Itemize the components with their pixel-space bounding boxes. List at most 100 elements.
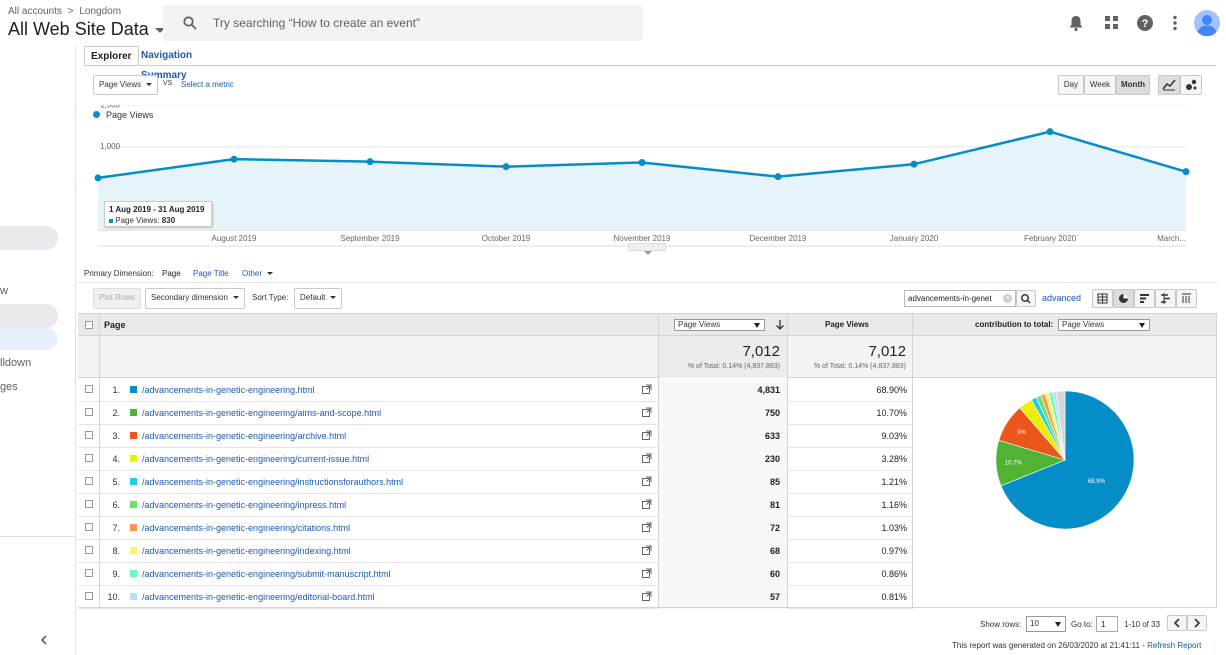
- prev-page-button[interactable]: [1167, 615, 1187, 631]
- column-header-page-views[interactable]: Page Views: [825, 320, 869, 329]
- line-chart-toggle[interactable]: [1158, 75, 1180, 95]
- show-rows-select[interactable]: 10: [1026, 616, 1066, 632]
- open-external-icon[interactable]: [642, 453, 652, 463]
- sort-metric-select[interactable]: Page Views: [674, 319, 765, 331]
- page-link[interactable]: /advancements-in-genetic-engineering/cit…: [142, 523, 350, 533]
- view-selector[interactable]: All Web Site Data: [8, 19, 165, 40]
- sidebar-item-highlight[interactable]: [0, 226, 58, 250]
- dimension-page-title[interactable]: Page Title: [193, 269, 229, 278]
- sidebar-item-selected[interactable]: [0, 304, 58, 328]
- avatar[interactable]: [1194, 10, 1220, 36]
- breadcrumb-property[interactable]: Longdom: [79, 6, 121, 17]
- open-external-icon[interactable]: [642, 476, 652, 486]
- help-icon[interactable]: ?: [1136, 14, 1154, 32]
- apps-grid-icon[interactable]: [1103, 14, 1121, 32]
- advanced-filter-link[interactable]: advanced: [1042, 293, 1081, 303]
- view-performance[interactable]: [1134, 289, 1155, 308]
- data-point: [774, 173, 782, 181]
- row-checkbox[interactable]: [85, 477, 93, 485]
- column-header-page[interactable]: Page: [104, 320, 126, 330]
- chart-resize-handle[interactable]: [628, 243, 666, 255]
- open-external-icon[interactable]: [642, 522, 652, 532]
- row-checkbox[interactable]: [85, 546, 93, 554]
- view-data-table[interactable]: [1092, 289, 1113, 308]
- row-checkbox[interactable]: [85, 523, 93, 531]
- page-link[interactable]: /advancements-in-genetic-engineering/ins…: [142, 477, 403, 487]
- page-link[interactable]: /advancements-in-genetic-engineering/sub…: [142, 569, 391, 579]
- row-checkbox[interactable]: [85, 385, 93, 393]
- row-checkbox[interactable]: [85, 454, 93, 462]
- page-views-chart[interactable]: 1,5001,000500August 2019September 2019Oc…: [84, 105, 1210, 255]
- contribution-label: contribution to total:: [975, 320, 1054, 329]
- view-comparison[interactable]: [1155, 289, 1176, 308]
- search-bar[interactable]: Try searching “How to create an event”: [163, 5, 643, 41]
- page-link[interactable]: /advancements-in-genetic-engineering/arc…: [142, 431, 346, 441]
- data-point: [638, 159, 646, 166]
- page-link[interactable]: /advancements-in-genetic-engineering/cur…: [142, 454, 369, 464]
- row-number: 3.: [112, 431, 120, 441]
- month-button[interactable]: Month: [1116, 75, 1150, 95]
- open-external-icon[interactable]: [642, 591, 652, 601]
- breadcrumb[interactable]: All accounts > Longdom: [8, 6, 121, 17]
- tab-navigation-summary[interactable]: Navigation Summary: [135, 46, 198, 81]
- contribution-pie-chart[interactable]: 68.9% 10.7% 9%: [985, 380, 1145, 540]
- sidebar-item-active[interactable]: [0, 328, 58, 350]
- day-button[interactable]: Day: [1058, 75, 1084, 95]
- open-external-icon[interactable]: [642, 568, 652, 578]
- tab-explorer[interactable]: Explorer: [84, 46, 139, 66]
- chart-tooltip: 1 Aug 2019 - 31 Aug 2019 Page Views: 830: [104, 201, 212, 227]
- row-checkbox[interactable]: [85, 431, 93, 439]
- open-external-icon[interactable]: [642, 545, 652, 555]
- bell-icon[interactable]: [1067, 14, 1085, 32]
- sidebar-item-partial-2[interactable]: lldown: [0, 357, 31, 369]
- col-divider: [787, 313, 788, 608]
- row-checkbox[interactable]: [85, 569, 93, 577]
- select-metric-link[interactable]: Select a metric: [181, 80, 234, 89]
- contribution-metric-select[interactable]: Page Views: [1058, 319, 1150, 331]
- row-checkbox[interactable]: [85, 408, 93, 416]
- page-link[interactable]: /advancements-in-genetic-engineering.htm…: [142, 385, 315, 395]
- select-all-checkbox[interactable]: [85, 321, 93, 329]
- bubble-chart-icon: [1186, 79, 1197, 90]
- col-divider: [1216, 313, 1217, 608]
- dimension-page[interactable]: Page: [162, 269, 181, 278]
- filter-search-button[interactable]: [1016, 290, 1036, 307]
- row-checkbox[interactable]: [85, 500, 93, 508]
- plot-rows-button[interactable]: Plot Rows: [93, 288, 142, 309]
- view-percentage[interactable]: [1113, 289, 1134, 308]
- metric-selector[interactable]: Page Views: [93, 75, 159, 95]
- dimension-other[interactable]: Other: [242, 269, 273, 278]
- open-external-icon[interactable]: [642, 407, 652, 417]
- tooltip-swatch: [109, 218, 113, 223]
- next-page-button[interactable]: [1187, 615, 1207, 631]
- page-link[interactable]: /advancements-in-genetic-engineering/inp…: [142, 500, 346, 510]
- page-link[interactable]: /advancements-in-genetic-engineering/ind…: [142, 546, 351, 556]
- collapse-chevron-icon[interactable]: [38, 634, 50, 646]
- page-views-percent: 68.90%: [876, 385, 907, 395]
- open-external-icon[interactable]: [642, 499, 652, 509]
- motion-chart-toggle[interactable]: [1180, 75, 1202, 95]
- row-number: 8.: [112, 546, 120, 556]
- view-term-cloud[interactable]: [1176, 289, 1197, 308]
- open-external-icon[interactable]: [642, 384, 652, 394]
- totals-row: 7,012 % of Total: 0.14% (4,837,883) 7,01…: [78, 336, 1217, 378]
- week-button[interactable]: Week: [1084, 75, 1116, 95]
- refresh-report-link[interactable]: Refresh Report: [1147, 641, 1201, 650]
- page-link[interactable]: /advancements-in-genetic-engineering/aim…: [142, 408, 381, 418]
- goto-input[interactable]: 1: [1096, 616, 1118, 632]
- more-vert-icon[interactable]: [1166, 14, 1184, 32]
- row-number: 5.: [112, 477, 120, 487]
- table-filter-value: advancements-in-genet: [908, 294, 992, 303]
- page-link[interactable]: /advancements-in-genetic-engineering/edi…: [142, 592, 375, 602]
- sort-type-dropdown[interactable]: Default: [294, 288, 343, 309]
- secondary-dimension-dropdown[interactable]: Secondary dimension: [145, 288, 245, 309]
- sidebar-item-partial-1[interactable]: w: [0, 285, 8, 297]
- table-filter-input[interactable]: advancements-in-genet ×: [904, 290, 1016, 307]
- row-checkbox[interactable]: [85, 592, 93, 600]
- breadcrumb-account[interactable]: All accounts: [8, 6, 62, 17]
- row-color-swatch: [130, 455, 137, 462]
- sort-descending-icon[interactable]: [775, 319, 785, 331]
- clear-filter-icon[interactable]: ×: [1003, 294, 1012, 303]
- sidebar-item-partial-3[interactable]: ges: [0, 381, 18, 393]
- open-external-icon[interactable]: [642, 430, 652, 440]
